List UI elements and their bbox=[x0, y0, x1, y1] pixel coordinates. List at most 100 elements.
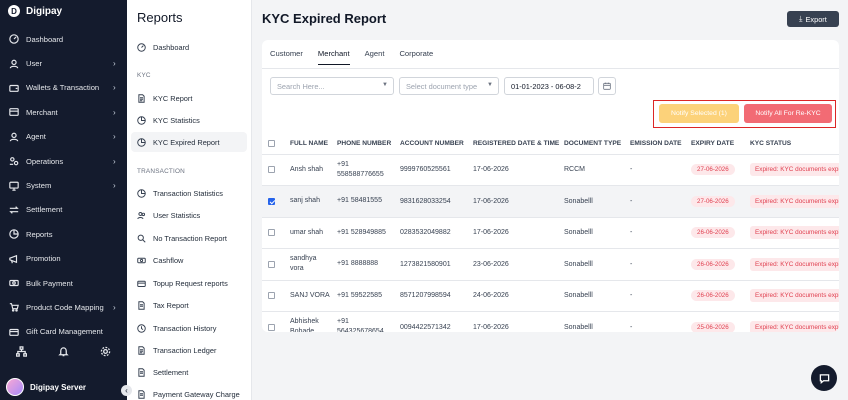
nav-item-settlement[interactable]: Settlement bbox=[0, 198, 127, 222]
dashboard-icon bbox=[9, 34, 19, 44]
nav-item-product-code-mapping[interactable]: Product Code Mapping › bbox=[0, 295, 127, 319]
brand[interactable]: D Digipay bbox=[8, 5, 62, 17]
export-button[interactable]: ⤓ Export bbox=[787, 11, 839, 27]
date-range-value: 01-01-2023 - 06-08-2 bbox=[511, 81, 581, 91]
expiry-date-cell: 27-06-2026 bbox=[685, 185, 744, 218]
sidebar-item-dashboard[interactable]: Dashboard bbox=[131, 37, 247, 57]
gift-card-icon bbox=[9, 327, 19, 337]
sidebar-item-no-transaction-report[interactable]: No Transaction Report bbox=[131, 228, 247, 248]
payment-gateway-icon bbox=[138, 389, 145, 399]
calendar-button[interactable] bbox=[598, 77, 616, 95]
nav-list: Dashboard User › Wallets & Transaction ›… bbox=[0, 27, 127, 344]
expiry-date-cell: 25-06-2026 bbox=[685, 311, 744, 332]
search-input[interactable]: Search Here... ▼ bbox=[270, 77, 394, 95]
table-row[interactable]: umar shah +91 528949885 0283532049882 17… bbox=[262, 217, 839, 249]
nav-item-system[interactable]: System › bbox=[0, 173, 127, 197]
expiry-date-cell: 27-06-2026 bbox=[685, 154, 744, 186]
column-header[interactable]: DOCUMENT TYPE bbox=[558, 134, 624, 155]
status-badge: Expired: KYC documents expi bbox=[750, 163, 839, 177]
section-label-transaction: TRANSACTION bbox=[137, 168, 186, 175]
sidebar-item-settlement[interactable]: Settlement bbox=[131, 362, 247, 382]
pie-chart-icon bbox=[137, 115, 146, 125]
column-header[interactable]: REGISTERED DATE & TIME bbox=[467, 134, 559, 155]
table-row[interactable]: SANJ VORA +91 59522585 8571207998594 24-… bbox=[262, 280, 839, 312]
table-row[interactable]: Ansh shah +91 558588776655 9999760525561… bbox=[262, 154, 839, 186]
sidebar-item-transaction-statistics[interactable]: Transaction Statistics bbox=[131, 183, 247, 203]
registered-cell: 17-06-2026 bbox=[467, 154, 558, 186]
sidebar-item-transaction-history[interactable]: Transaction History bbox=[131, 318, 247, 338]
gear-icon[interactable] bbox=[100, 346, 111, 359]
tab-merchant[interactable]: Merchant bbox=[317, 49, 350, 65]
sidebar-item-user-statistics[interactable]: User Statistics bbox=[131, 205, 247, 225]
row-checkbox[interactable] bbox=[268, 197, 275, 205]
row-checkbox[interactable] bbox=[268, 166, 275, 174]
full-name-cell: Abhishek Bobade bbox=[284, 311, 331, 332]
row-checkbox[interactable] bbox=[268, 229, 275, 237]
kyc-status-cell: Expired: KYC documents expi bbox=[744, 311, 839, 332]
nav-label: Merchant bbox=[26, 107, 58, 117]
chat-support-button[interactable] bbox=[811, 365, 837, 391]
nav-item-gift-card-management[interactable]: Gift Card Management bbox=[0, 320, 127, 344]
tab-customer[interactable]: Customer bbox=[270, 49, 303, 65]
account-cell: 9999760525561 bbox=[394, 154, 467, 186]
column-header[interactable]: KYC STATUS bbox=[744, 134, 839, 155]
chevron-right-icon: › bbox=[113, 156, 116, 166]
org-chart-icon[interactable] bbox=[15, 346, 27, 359]
column-header[interactable]: EMISSION DATE bbox=[624, 134, 685, 155]
agent-icon bbox=[9, 132, 19, 142]
column-header[interactable]: PHONE NUMBER bbox=[331, 134, 394, 155]
notify-all-rekyc-button[interactable]: Notify All For Re-KYC bbox=[744, 104, 832, 123]
select-all-checkbox[interactable] bbox=[268, 140, 275, 148]
expiry-date-cell: 26-06-2026 bbox=[685, 280, 744, 312]
sidebar-item-kyc-report[interactable]: KYC Report bbox=[131, 88, 247, 108]
monitor-icon bbox=[9, 181, 19, 191]
nav-item-promotion[interactable]: Promotion bbox=[0, 247, 127, 271]
collapse-sidebar-icon[interactable]: ‹ bbox=[121, 385, 132, 396]
tab-agent[interactable]: Agent bbox=[365, 49, 385, 65]
phone-cell: +91 59522585 bbox=[331, 280, 394, 312]
nav-item-merchant[interactable]: Merchant › bbox=[0, 100, 127, 124]
row-checkbox[interactable] bbox=[268, 292, 275, 300]
nav-item-dashboard[interactable]: Dashboard bbox=[0, 27, 127, 51]
users-icon bbox=[137, 211, 146, 219]
user-profile[interactable]: Digipay Server bbox=[6, 378, 86, 396]
nav-label: Operations bbox=[26, 156, 64, 166]
report-card: Customer Merchant Agent Corporate Search… bbox=[262, 40, 839, 332]
nav-item-user[interactable]: User › bbox=[0, 51, 127, 75]
sidebar-item-transaction-ledger[interactable]: Transaction Ledger bbox=[131, 340, 247, 360]
section-label-kyc: KYC bbox=[137, 72, 151, 79]
column-header[interactable]: FULL NAME bbox=[284, 134, 331, 155]
document-type-select[interactable]: Select document type ▼ bbox=[399, 77, 499, 95]
expiry-badge: 27-06-2026 bbox=[691, 195, 735, 207]
full-name-cell: sandhya vora bbox=[284, 248, 331, 281]
date-range-input[interactable]: 01-01-2023 - 06-08-2 bbox=[504, 77, 594, 95]
nav-item-agent[interactable]: Agent › bbox=[0, 125, 127, 149]
nav-item-bulk-payment[interactable]: Bulk Payment bbox=[0, 271, 127, 295]
phone-cell: +91 528949885 bbox=[331, 217, 394, 249]
sidebar-item-kyc-expired-report[interactable]: KYC Expired Report bbox=[131, 132, 247, 152]
table-row[interactable]: Abhishek Bobade +91 564325678654 0094422… bbox=[262, 311, 839, 332]
nav-item-reports[interactable]: Reports bbox=[0, 222, 127, 246]
sidebar-item-topup-request-reports[interactable]: Topup Request reports bbox=[131, 273, 247, 293]
column-header[interactable]: ACCOUNT NUMBER bbox=[394, 134, 467, 155]
table-row[interactable]: sandhya vora +91 8888888 1273821580901 2… bbox=[262, 248, 839, 281]
sidebar-item-kyc-statistics[interactable]: KYC Statistics bbox=[131, 110, 247, 130]
row-checkbox[interactable] bbox=[268, 260, 275, 268]
sidebar-item-payment-gateway-charge[interactable]: Payment Gateway Charge bbox=[131, 384, 247, 400]
emission-date-cell: - bbox=[624, 280, 685, 312]
sidebar-item-cashflow[interactable]: Cashflow bbox=[131, 250, 247, 270]
row-select-cell bbox=[262, 185, 284, 218]
row-checkbox[interactable] bbox=[268, 323, 275, 331]
status-badge: Expired: KYC documents expi bbox=[750, 320, 839, 332]
column-header[interactable]: EXPIRY DATE bbox=[685, 134, 744, 155]
sidebar-item-tax-report[interactable]: Tax Report bbox=[131, 295, 247, 315]
nav-item-wallets[interactable]: Wallets & Transaction › bbox=[0, 76, 127, 100]
nav-item-operations[interactable]: Operations › bbox=[0, 149, 127, 173]
user-icon bbox=[9, 59, 19, 69]
notify-selected-button[interactable]: Notify Selected (1) bbox=[659, 104, 739, 123]
tab-corporate[interactable]: Corporate bbox=[399, 49, 433, 65]
download-icon: ⤓ bbox=[799, 14, 803, 23]
bell-icon[interactable] bbox=[58, 346, 69, 359]
document-type-cell: Sonabelll bbox=[558, 311, 624, 332]
table-row[interactable]: sanj shah +91 58481555 9831628033254 17-… bbox=[262, 185, 839, 218]
